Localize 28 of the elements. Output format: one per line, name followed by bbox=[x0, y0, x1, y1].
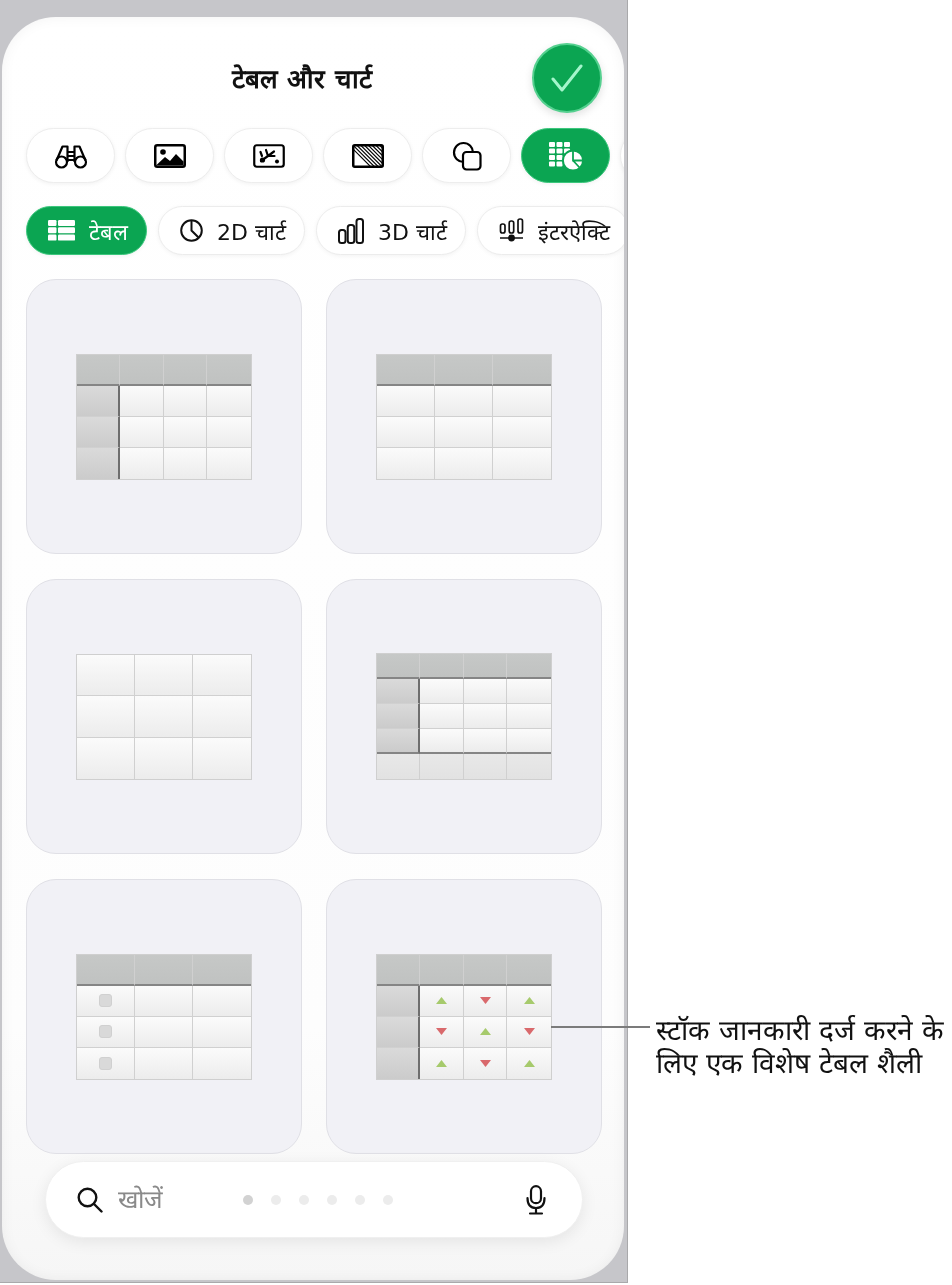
table-pie-chart-icon bbox=[547, 140, 584, 171]
photo-icon bbox=[153, 143, 186, 168]
search-bar[interactable]: खोजें bbox=[45, 1161, 583, 1238]
category-tab[interactable]: 2D चार्ट bbox=[158, 206, 305, 255]
table-style-tile[interactable] bbox=[26, 579, 302, 854]
search-icon bbox=[77, 1186, 103, 1213]
sheet-title: टेबल और चार्ट bbox=[232, 63, 372, 96]
table-style-tile[interactable] bbox=[26, 279, 302, 554]
table-style-tile[interactable] bbox=[26, 879, 302, 1154]
slider-bars-icon bbox=[498, 217, 524, 244]
table-style-tile[interactable] bbox=[326, 879, 602, 1154]
category-tab[interactable]: इंटरऐक्टि bbox=[476, 206, 624, 255]
circle-square-icon bbox=[451, 140, 482, 171]
bar-chart-icon bbox=[337, 217, 364, 244]
done-button[interactable] bbox=[532, 43, 602, 113]
binoculars-icon bbox=[53, 142, 88, 169]
table-style-tile[interactable] bbox=[326, 579, 602, 854]
category-tab[interactable]: 3D चार्ट bbox=[315, 206, 466, 255]
microphone-icon bbox=[526, 1184, 546, 1215]
table-grid-icon bbox=[48, 220, 75, 241]
checkmark-icon bbox=[551, 64, 583, 92]
splash-picture-icon bbox=[252, 143, 285, 168]
search-field[interactable]: खोजें bbox=[118, 1185, 228, 1214]
hatched-rectangle-icon bbox=[351, 143, 384, 168]
callout-text: स्टॉक जानकारी दर्ज करने के लिए एक विशेष टेबल शैली bbox=[656, 1014, 945, 1080]
page-dot[interactable] bbox=[243, 1194, 253, 1205]
pie-chart-icon bbox=[180, 219, 203, 242]
table-style-tile[interactable] bbox=[326, 279, 602, 554]
